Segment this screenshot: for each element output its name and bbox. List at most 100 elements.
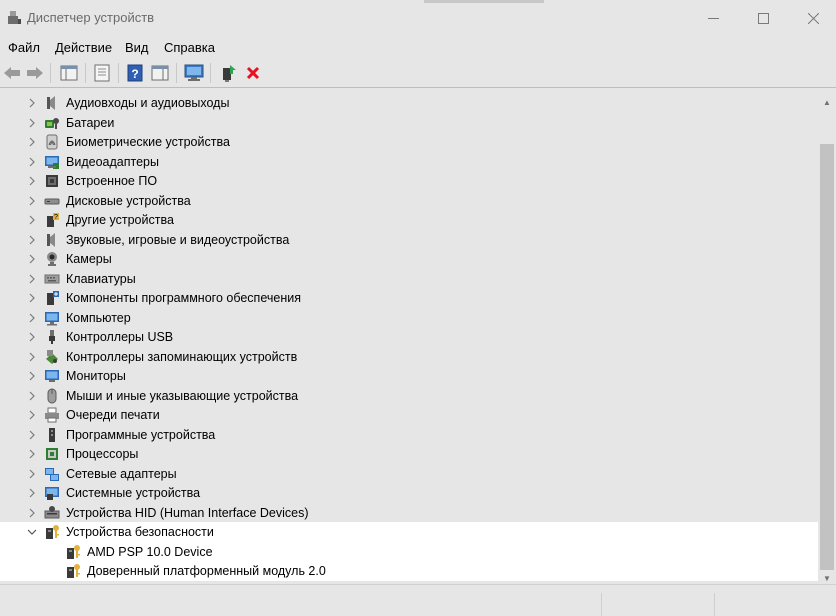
properties-button[interactable] [91,62,113,84]
forward-button[interactable] [24,62,46,84]
tree-node-category-expanded[interactable]: Устройства безопасности [0,522,818,542]
tree-node-label: Программные устройства [66,427,216,442]
chevron-down-icon[interactable] [27,526,37,538]
tree-node-category[interactable]: Мониторы [0,366,818,386]
chevron-right-icon[interactable] [27,195,37,207]
tree-node-label: AMD PSP 10.0 Device [87,544,213,559]
tree-node-category[interactable]: Очереди печати [0,405,818,425]
tree-node-category[interactable]: Программные устройства [0,425,818,445]
tree-node-category[interactable]: Сетевые адаптеры [0,464,818,484]
camera-icon [44,251,60,267]
close-button[interactable] [790,0,836,36]
chevron-right-icon[interactable] [27,487,37,499]
tree-node-label: Компоненты программного обеспечения [66,291,301,305]
tree-node-category[interactable]: Звуковые, игровые и видеоустройства [0,230,818,250]
tree-node-label: Компьютер [66,310,131,325]
tree-node-category[interactable]: Биометрические устройства [0,132,818,152]
chevron-right-icon[interactable] [27,507,37,519]
firmware-icon [44,173,60,189]
chevron-right-icon[interactable] [27,331,37,343]
title-decoration [424,0,544,3]
tree-node-label: Сетевые адаптеры [66,466,177,481]
chevron-right-icon[interactable] [27,448,37,460]
chevron-right-icon[interactable] [27,156,37,168]
tree-node-device[interactable]: AMD PSP 10.0 Device [0,541,818,561]
chevron-right-icon[interactable] [27,136,37,148]
update-driver-icon [223,65,236,82]
forward-arrow-icon [27,67,43,79]
tree-node-category[interactable]: Компоненты программного обеспечения [0,288,818,308]
uninstall-device-button[interactable] [242,62,264,84]
software-component-icon [44,290,60,306]
chevron-right-icon[interactable] [27,351,37,363]
chevron-right-icon[interactable] [27,234,37,246]
tree-node-label: Устройства безопасности [66,525,214,539]
tree-node-category[interactable]: Видеоадаптеры [0,152,818,172]
tree-node-category[interactable]: Батареи [0,113,818,133]
help-button[interactable]: ? [124,62,146,84]
scroll-thumb[interactable] [820,144,834,570]
menu-help[interactable]: Справка [164,40,215,55]
chevron-right-icon[interactable] [27,370,37,382]
monitor-icon [44,368,60,384]
scroll-up-arrow[interactable]: ▲ [821,96,833,108]
chevron-right-icon[interactable] [27,409,37,421]
tree-node-category[interactable]: Контроллеры USB [0,327,818,347]
minimize-button[interactable] [690,0,736,36]
security-device-icon [65,563,81,579]
chevron-right-icon[interactable] [27,292,37,304]
chevron-right-icon[interactable] [27,97,37,109]
chevron-right-icon[interactable] [27,273,37,285]
menu-view[interactable]: Вид [125,40,149,55]
close-icon [807,12,819,24]
tree-node-label: Контроллеры USB [66,330,174,344]
tree-node-label: Дисковые устройства [66,193,191,208]
disk-drive-icon [44,193,60,209]
tree-node-category[interactable]: Контроллеры запоминающих устройств [0,347,818,367]
minimize-icon [707,17,719,19]
chevron-right-icon[interactable] [27,175,37,187]
chevron-right-icon[interactable] [27,253,37,265]
back-button[interactable] [1,62,23,84]
tree-node-category[interactable]: Камеры [0,249,818,269]
scan-hardware-button[interactable] [183,62,205,84]
menu-file[interactable]: Файл [8,40,40,55]
chevron-right-icon[interactable] [27,312,37,324]
software-device-icon [44,427,60,443]
chevron-right-icon[interactable] [27,468,37,480]
menu-action[interactable]: Действие [55,40,112,55]
tree-node-label: Камеры [66,252,112,266]
tree-node-category[interactable]: Системные устройства [0,483,818,503]
status-separator [714,593,715,616]
scroll-down-arrow[interactable]: ▼ [821,572,833,584]
tree-node-category[interactable]: Компьютер [0,308,818,328]
tree-node-category[interactable]: Клавиатуры [0,269,818,289]
chevron-right-icon[interactable] [27,390,37,402]
tree-node-label: Мыши и иные указывающие устройства [66,388,299,403]
properties-icon [94,64,110,82]
tree-node-category[interactable]: Процессоры [0,444,818,464]
action-pane-button[interactable] [149,62,171,84]
tree-node-label: Другие устройства [66,213,174,227]
tree-node-category[interactable]: Устройства HID (Human Interface Devices) [0,503,818,523]
tree-node-label: Звуковые, игровые и видеоустройства [66,232,290,247]
chevron-right-icon[interactable] [27,429,37,441]
tree-node-label: Системные устройства [66,486,201,500]
hid-icon [44,505,60,521]
chevron-right-icon[interactable] [27,214,37,226]
chevron-right-icon[interactable] [27,117,37,129]
maximize-button[interactable] [740,0,786,36]
tree-node-label: Биометрические устройства [66,135,230,149]
tree-node-category[interactable]: Аудиовходы и аудиовыходы [0,93,818,113]
tree-node-device[interactable]: Доверенный платформенный модуль 2.0 [0,561,818,581]
tree-node-category[interactable]: Встроенное ПО [0,171,818,191]
update-driver-button[interactable] [217,62,239,84]
tree-node-category[interactable]: Мыши и иные указывающие устройства [0,386,818,406]
network-adapter-icon [44,466,60,482]
usb-icon [44,329,60,345]
vertical-scrollbar[interactable]: ▲ ▼ [818,92,836,584]
tree-node-category[interactable]: ? Другие устройства [0,210,818,230]
show-hide-console-tree-button[interactable] [58,62,80,84]
tree-node-category[interactable]: Дисковые устройства [0,191,818,211]
device-tree: Аудиовходы и аудиовыходы Батареи Биометрич… [0,92,818,584]
